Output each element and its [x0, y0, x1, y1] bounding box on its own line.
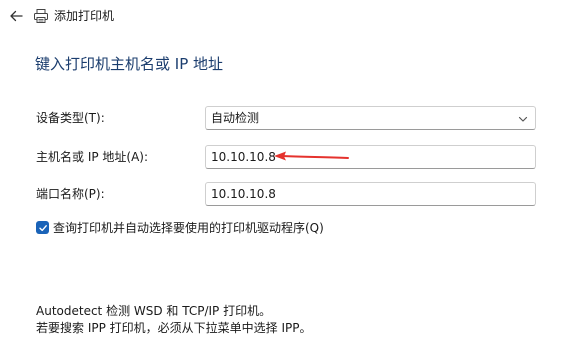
port-name-label: 端口名称(P): — [36, 187, 105, 201]
info-text-line-1: Autodetect 检测 WSD 和 TCP/IP 打印机。 — [36, 304, 272, 318]
hostname-label: 主机名或 IP 地址(A): — [36, 150, 149, 164]
query-printer-checkbox[interactable] — [36, 221, 49, 234]
device-type-label: 设备类型(T): — [36, 111, 105, 125]
chevron-down-icon — [518, 116, 528, 122]
back-arrow-icon — [10, 10, 23, 22]
port-name-input[interactable]: 10.10.10.8 — [205, 182, 536, 206]
printer-icon — [34, 9, 48, 23]
window-title: 添加打印机 — [54, 9, 115, 23]
info-text-line-2: 若要搜索 IPP 打印机，必须从下拉菜单中选择 IPP。 — [36, 321, 312, 335]
page-heading: 键入打印机主机名或 IP 地址 — [35, 55, 224, 73]
back-button[interactable] — [6, 6, 26, 26]
port-name-value: 10.10.10.8 — [211, 187, 276, 201]
device-type-select[interactable]: 自动检测 — [205, 106, 536, 130]
title-bar: 添加打印机 — [0, 0, 581, 32]
annotation-arrow — [274, 151, 349, 161]
hostname-input[interactable]: 10.10.10.8 — [205, 145, 536, 169]
checkmark-icon — [38, 224, 47, 231]
query-printer-label: 查询打印机并自动选择要使用的打印机驱动程序(Q) — [53, 221, 324, 235]
device-type-value: 自动检测 — [211, 111, 260, 125]
hostname-value: 10.10.10.8 — [211, 150, 276, 164]
